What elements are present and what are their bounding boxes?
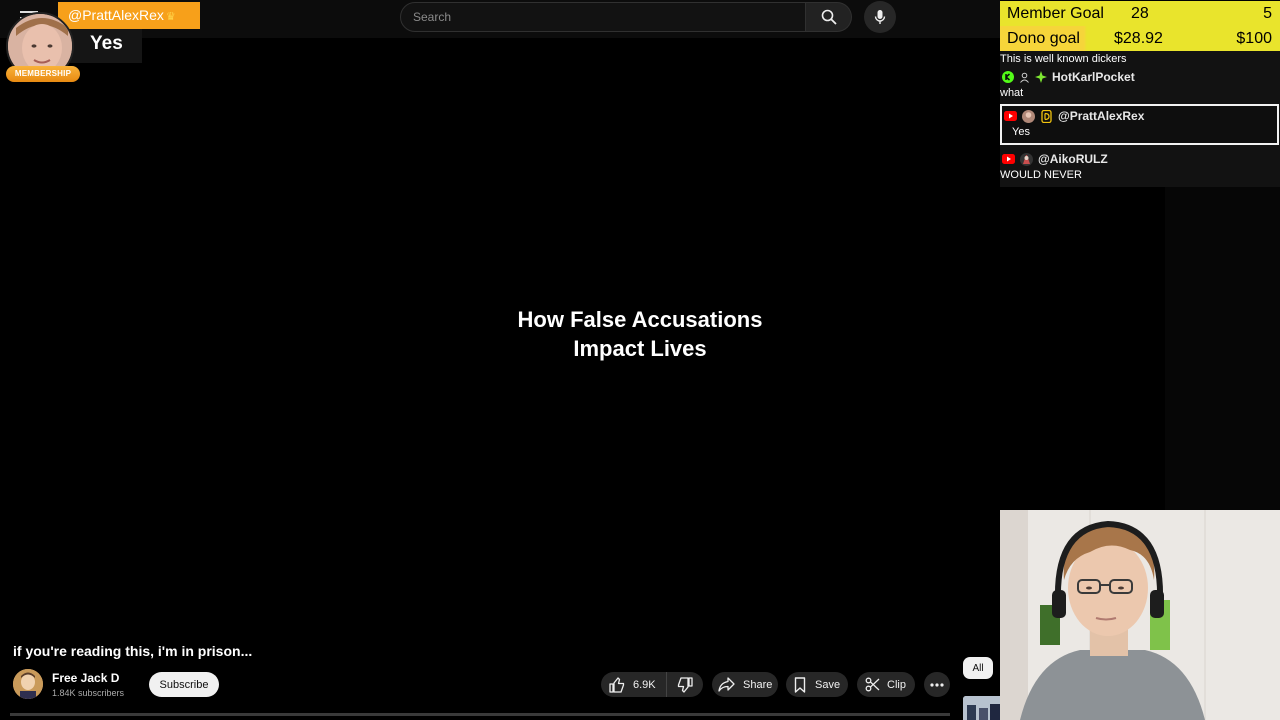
chat-username[interactable]: @AikoRULZ (1038, 152, 1108, 166)
channel-name[interactable]: Free Jack D (52, 671, 119, 685)
more-horizontal-icon (930, 682, 944, 687)
video-title-card: How False Accusations Impact Lives (440, 305, 840, 363)
subscriber-count: 1.84K subscribers (52, 688, 125, 698)
chat-username[interactable]: HotKarlPocket (1052, 70, 1135, 84)
recommended-thumbnail[interactable] (963, 696, 1000, 720)
thumbs-down-icon (677, 676, 693, 693)
member-goal-bar: Member Goal 28 5 (1000, 1, 1280, 26)
like-dislike-group: 6.9K (601, 672, 703, 697)
filter-chip-all[interactable]: All (963, 657, 993, 679)
chat-username[interactable]: @PrattAlexRex (1058, 109, 1144, 123)
member-goal-target: 5 (1263, 5, 1272, 22)
clip-button[interactable]: Clip (857, 672, 915, 697)
chat-message-text: WOULD NEVER (1000, 169, 1082, 181)
dono-goal-target: $100 (1236, 30, 1272, 47)
user-avatar-icon (1022, 109, 1035, 123)
chat-message-text: This is well known dickers (1000, 53, 1127, 65)
chat-message: This is well known dickers (1000, 49, 1280, 65)
chat-message: HotKarlPocket what (1000, 69, 1280, 105)
highlight-username: @PrattAlexRex ♛ (58, 2, 200, 29)
like-count: 6.9K (633, 678, 656, 691)
youtube-icon (1002, 154, 1015, 164)
youtube-icon (1004, 111, 1017, 121)
thumbs-up-icon (609, 676, 625, 693)
video-progress-bar[interactable] (10, 713, 950, 716)
user-icon (1020, 72, 1029, 83)
chat-message: @AikoRULZ WOULD NEVER (1000, 151, 1280, 187)
crown-icon: ♛ (165, 11, 176, 23)
dislike-button[interactable] (667, 672, 703, 697)
dono-goal-current: $28.92 (1114, 30, 1163, 47)
chat-message-text: what (1000, 87, 1024, 99)
chat-message-text: Yes (1012, 126, 1030, 138)
save-label: Save (815, 678, 841, 691)
chat-message-highlighted: @PrattAlexRex Yes (1000, 104, 1279, 145)
membership-badge: MEMBERSHIP (6, 66, 80, 82)
share-label: Share (743, 678, 773, 691)
highlight-username-text: @PrattAlexRex (68, 7, 164, 23)
scissors-icon (865, 677, 880, 692)
member-goal-label: Member Goal (1007, 5, 1104, 22)
search-input[interactable] (401, 3, 805, 31)
title-card-line-2: Impact Lives (573, 336, 707, 361)
share-icon (718, 677, 735, 692)
title-card-line-1: How False Accusations (517, 307, 763, 332)
channel-avatar[interactable] (13, 669, 43, 699)
dono-goal-label: Dono goal (1007, 30, 1080, 47)
membership-badge-icon (1041, 109, 1052, 123)
overlay-background (1165, 187, 1280, 510)
like-button[interactable]: 6.9K (601, 672, 667, 697)
mic-icon (874, 10, 886, 24)
subscribe-button[interactable]: Subscribe (149, 672, 219, 697)
streamer-webcam (1000, 510, 1280, 720)
search-button[interactable] (806, 2, 852, 32)
video-title: if you're reading this, i'm in prison... (13, 643, 253, 659)
dono-goal-bar: Dono goal $28.92 $100 (1000, 26, 1280, 51)
bookmark-icon (794, 676, 806, 693)
clip-label: Clip (887, 678, 906, 691)
save-button[interactable]: Save (786, 672, 848, 697)
more-actions-button[interactable] (924, 672, 950, 697)
share-button[interactable]: Share (712, 672, 778, 697)
voice-search-button[interactable] (864, 1, 896, 33)
search-box[interactable] (400, 2, 806, 32)
member-goal-current: 28 (1131, 5, 1149, 22)
search-icon (821, 9, 837, 25)
chat-panel: This is well known dickers HotKarlPocket… (1000, 51, 1280, 187)
sparkle-icon (1035, 71, 1047, 83)
user-avatar-icon (1020, 152, 1033, 166)
kick-icon (1002, 71, 1014, 83)
